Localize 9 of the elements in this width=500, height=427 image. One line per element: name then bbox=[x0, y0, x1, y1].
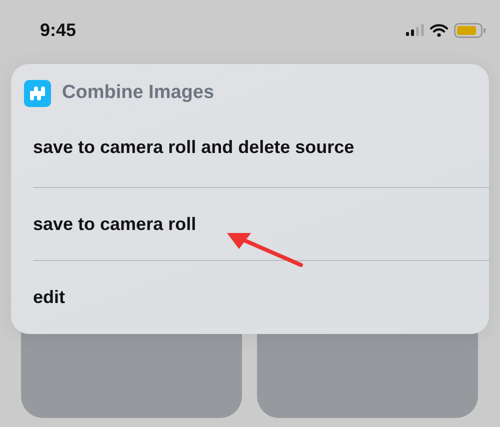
menu-title: Combine Images bbox=[62, 82, 214, 104]
menu-item[interactable]: edit bbox=[11, 261, 489, 333]
wifi-icon bbox=[430, 24, 448, 36]
menu-item[interactable]: save to camera roll and delete source bbox=[11, 108, 489, 187]
signal-icon bbox=[406, 24, 424, 36]
battery-icon bbox=[454, 22, 486, 38]
menu-item[interactable]: save to camera roll bbox=[11, 188, 489, 260]
status-time: 9:45 bbox=[40, 20, 76, 40]
puzzle-icon bbox=[24, 80, 51, 106]
